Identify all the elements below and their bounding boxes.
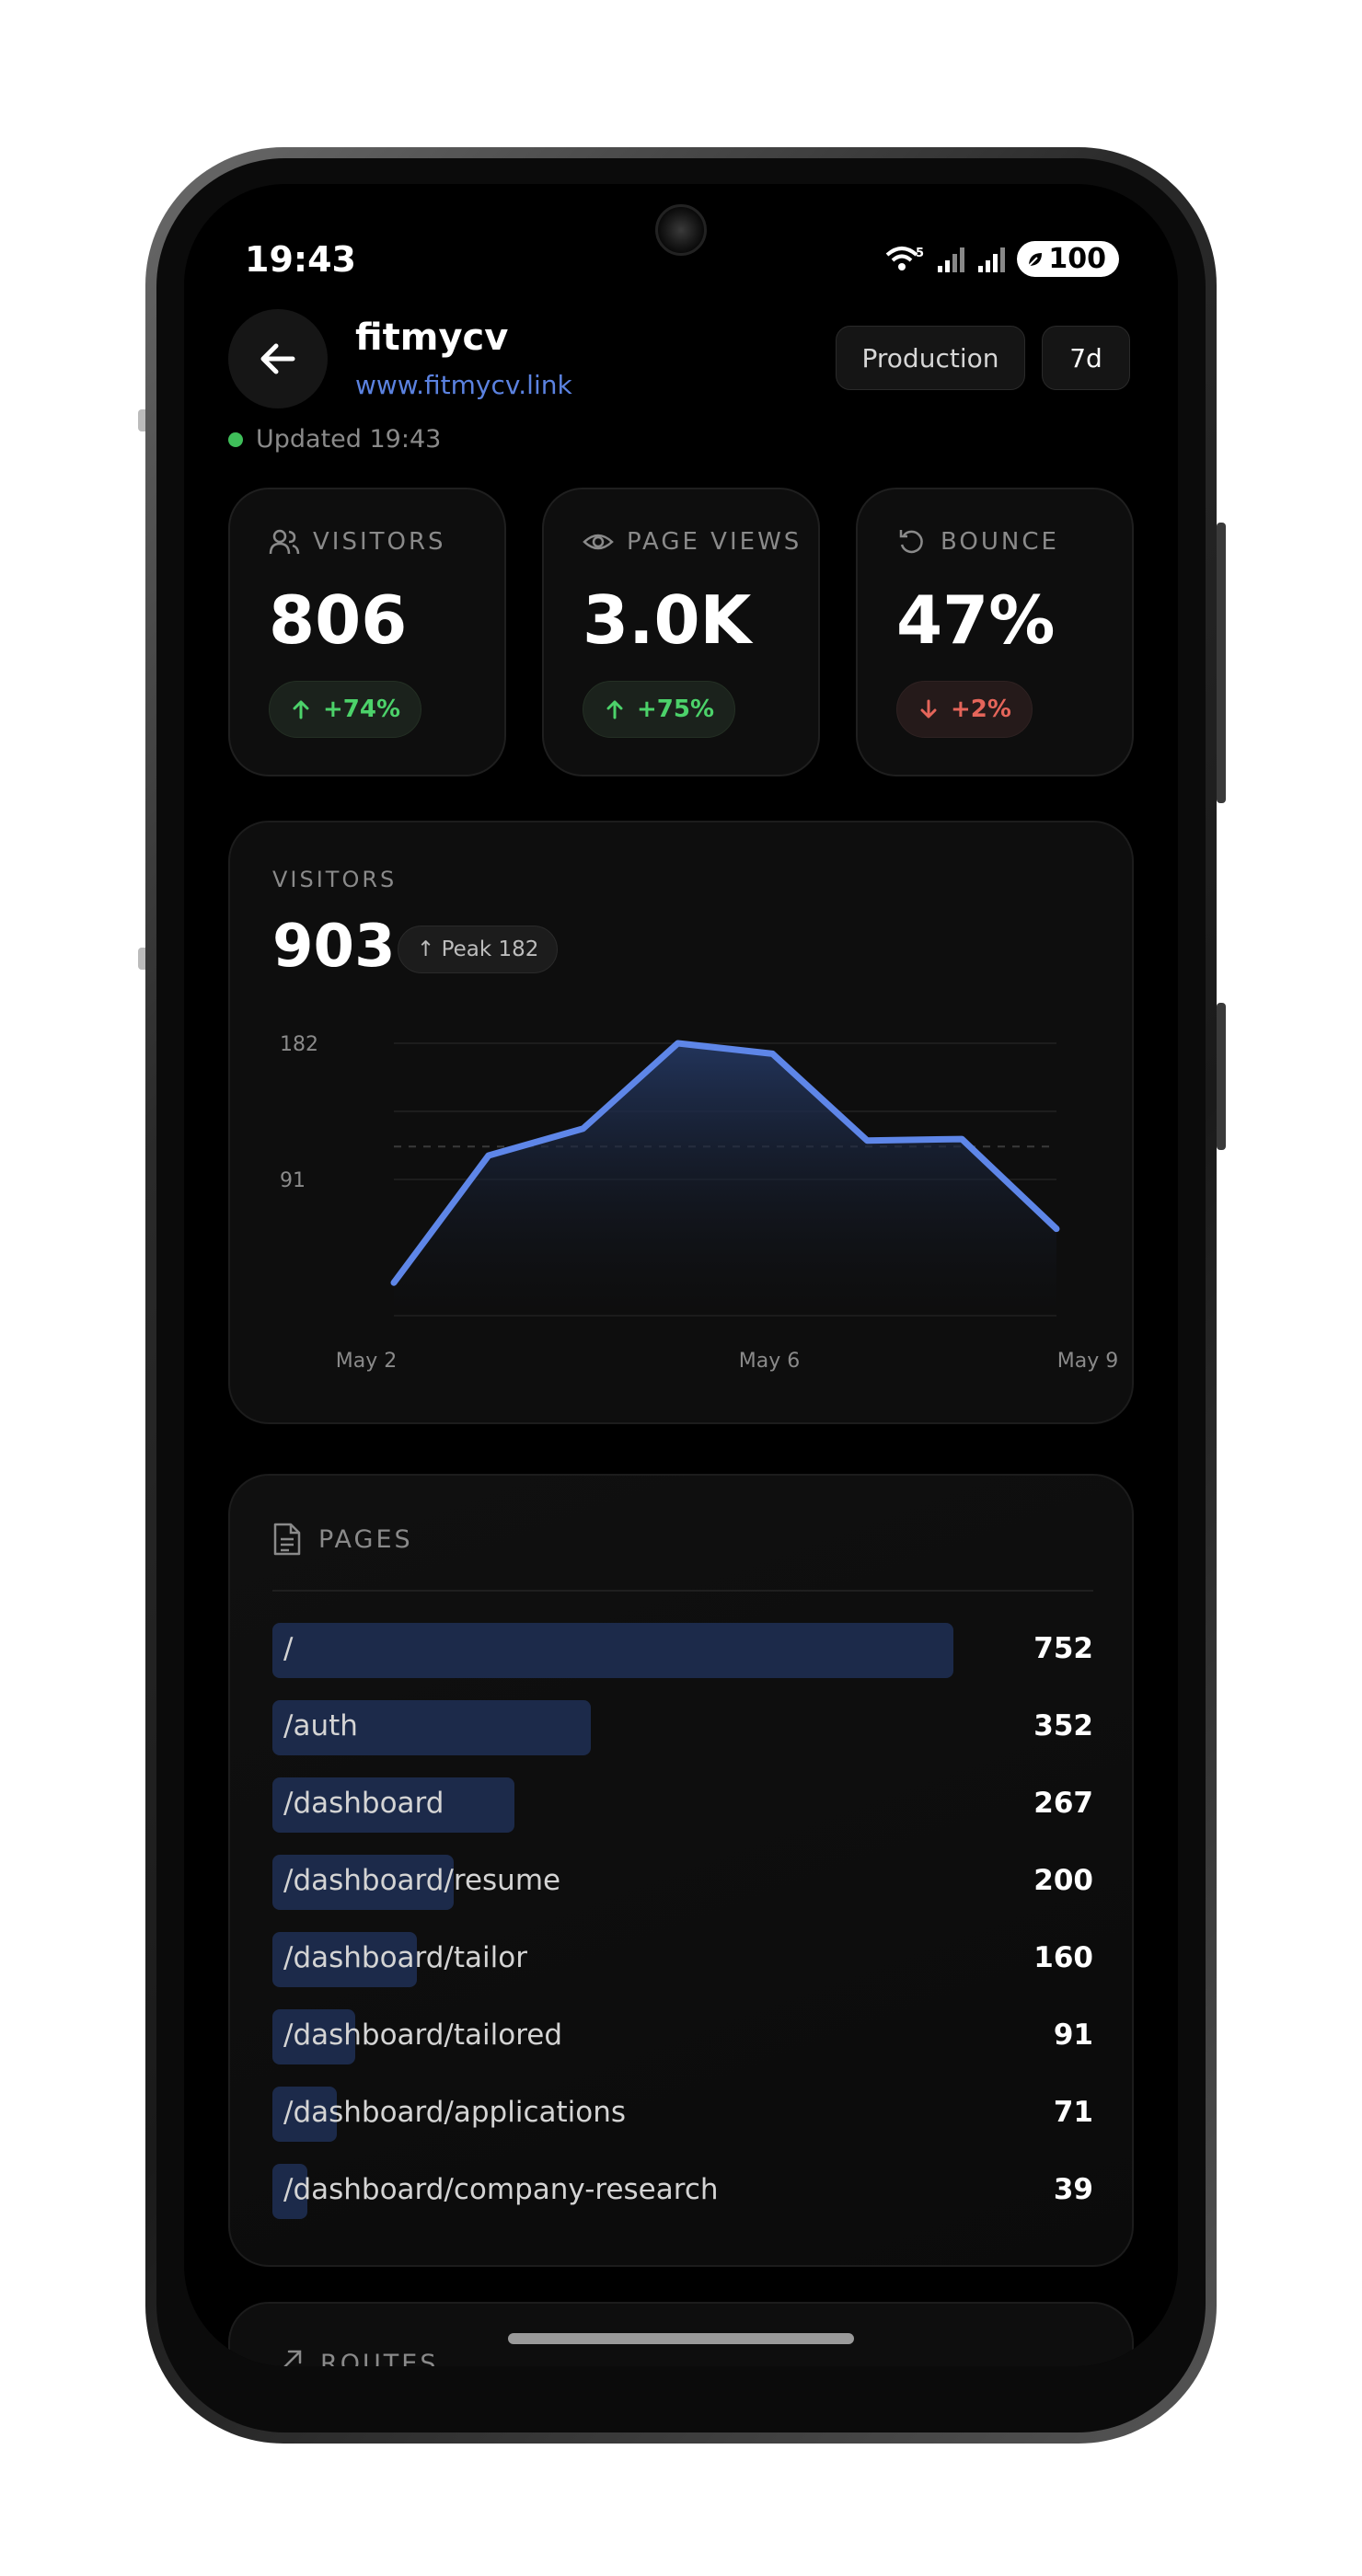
home-indicator[interactable] (508, 2333, 854, 2344)
back-button[interactable] (228, 309, 328, 408)
y-tick-label: 91 (280, 1169, 306, 1192)
page-count: 352 (1033, 1709, 1093, 1742)
stat-delta: +2% (951, 696, 1011, 723)
stat-delta-badge: +2% (896, 681, 1033, 738)
refresh-icon (899, 530, 923, 554)
page-path: /dashboard/company-research (283, 2173, 719, 2206)
x-tick-label: May 2 (336, 1350, 397, 1373)
visitors-chart-card: VISITORS 903 ↑ Peak 182 182 91 May 2 May 6M… (228, 821, 1134, 1424)
data-point (580, 1125, 586, 1132)
x-tick-label: May 6 (739, 1350, 800, 1373)
stat-delta: +75% (637, 696, 715, 723)
data-point (1054, 1225, 1059, 1232)
app-header: fitmycv www.fitmycv.link Production 7d (228, 309, 1134, 410)
stat-delta-badge: +75% (583, 681, 736, 738)
page-path: /dashboard/applications (283, 2096, 627, 2129)
page-path: /dashboard/tailor (283, 1941, 527, 1974)
leaf-icon (1028, 252, 1043, 267)
page-count: 160 (1033, 1941, 1093, 1974)
stat-value: 3.0K (583, 581, 752, 659)
updated-status: Updated 19:43 (228, 425, 441, 454)
page-bar (272, 1623, 953, 1678)
data-point (391, 1280, 397, 1286)
stat-value: 806 (269, 581, 408, 659)
stat-label: VISITORS (313, 528, 446, 556)
stat-card-visitors[interactable]: VISITORS 806 +74% (228, 488, 506, 776)
users-icon (269, 529, 300, 555)
page-row[interactable]: /dashboard/resume 200 (272, 1855, 1093, 1910)
page-count: 267 (1033, 1787, 1093, 1820)
battery-indicator: 100 (1017, 241, 1119, 277)
range-selector[interactable]: 7d (1042, 326, 1130, 390)
visitors-chart[interactable]: 182 91 May 2 May 6 May 9 (230, 822, 1136, 1426)
divider (272, 1590, 1093, 1592)
page-row[interactable]: /dashboard/applications 71 (272, 2087, 1093, 2142)
data-point (959, 1136, 965, 1143)
status-time: 19:43 (245, 239, 356, 280)
pages-title: PAGES (318, 1524, 413, 1554)
stat-delta-badge: +74% (269, 681, 422, 738)
page-path: /auth (283, 1709, 358, 1742)
page-path: /dashboard/resume (283, 1864, 561, 1897)
shuffle-icon (283, 2350, 302, 2366)
stat-card-page-views[interactable]: PAGE VIEWS 3.0K +75% (542, 488, 820, 776)
page-row[interactable]: /dashboard/tailored 91 (272, 2009, 1093, 2064)
status-bar: 19:43 5 100 (245, 239, 1119, 283)
phone-screen: 19:43 5 100 fitmycv www.fitmycv.link Pro… (184, 184, 1178, 2366)
x-tick-label: May 9 (1057, 1350, 1118, 1373)
page-path: /dashboard (283, 1787, 444, 1820)
cell-signal-2-icon (978, 247, 1006, 272)
environment-selector[interactable]: Production (836, 326, 1025, 390)
cell-signal-1-icon (938, 247, 965, 272)
site-title: fitmycv (355, 316, 509, 359)
page-row[interactable]: /auth 352 (272, 1700, 1093, 1755)
arrow-left-icon (260, 343, 295, 374)
stat-card-bounce[interactable]: BOUNCE 47% +2% (856, 488, 1134, 776)
updated-text: Updated 19:43 (256, 425, 442, 454)
stat-label: PAGE VIEWS (627, 528, 802, 556)
power-button (1217, 1003, 1226, 1150)
data-point (675, 1041, 681, 1046)
eye-icon (583, 534, 614, 550)
page-row[interactable]: /dashboard 267 (272, 1777, 1093, 1833)
page-count: 752 (1033, 1632, 1093, 1665)
page-path: / (283, 1632, 294, 1665)
battery-level: 100 (1048, 243, 1106, 275)
wifi-icon: 5 (886, 247, 924, 270)
data-point (769, 1051, 776, 1057)
page-count: 71 (1053, 2096, 1093, 2129)
document-icon (273, 1523, 301, 1556)
site-url[interactable]: www.fitmycv.link (355, 370, 572, 400)
page-row[interactable]: /dashboard/company-research 39 (272, 2164, 1093, 2219)
arrow-up-icon (293, 700, 309, 719)
page-count: 91 (1053, 2018, 1093, 2052)
data-point (485, 1152, 491, 1158)
page-count: 200 (1033, 1864, 1093, 1897)
page-row[interactable]: /dashboard/tailor 160 (272, 1932, 1093, 1987)
stat-delta: +74% (323, 696, 401, 723)
stat-label: BOUNCE (941, 528, 1059, 556)
arrow-down-icon (920, 699, 937, 719)
series-area (394, 1043, 1056, 1316)
y-tick-label: 182 (280, 1033, 318, 1056)
routes-title: ROUTES (320, 2349, 439, 2367)
page-count: 39 (1053, 2173, 1093, 2206)
live-dot (228, 431, 243, 447)
data-point (864, 1137, 871, 1144)
pages-card: PAGES / 752/auth 352/dashboard 267/dashboar… (228, 1474, 1134, 2267)
wifi-badge: 5 (916, 247, 924, 260)
arrow-up-icon (606, 700, 623, 719)
volume-button (1217, 523, 1226, 803)
stat-value: 47% (896, 581, 1056, 659)
page-path: /dashboard/tailored (283, 2018, 563, 2052)
page-row[interactable]: / 752 (272, 1623, 1093, 1678)
